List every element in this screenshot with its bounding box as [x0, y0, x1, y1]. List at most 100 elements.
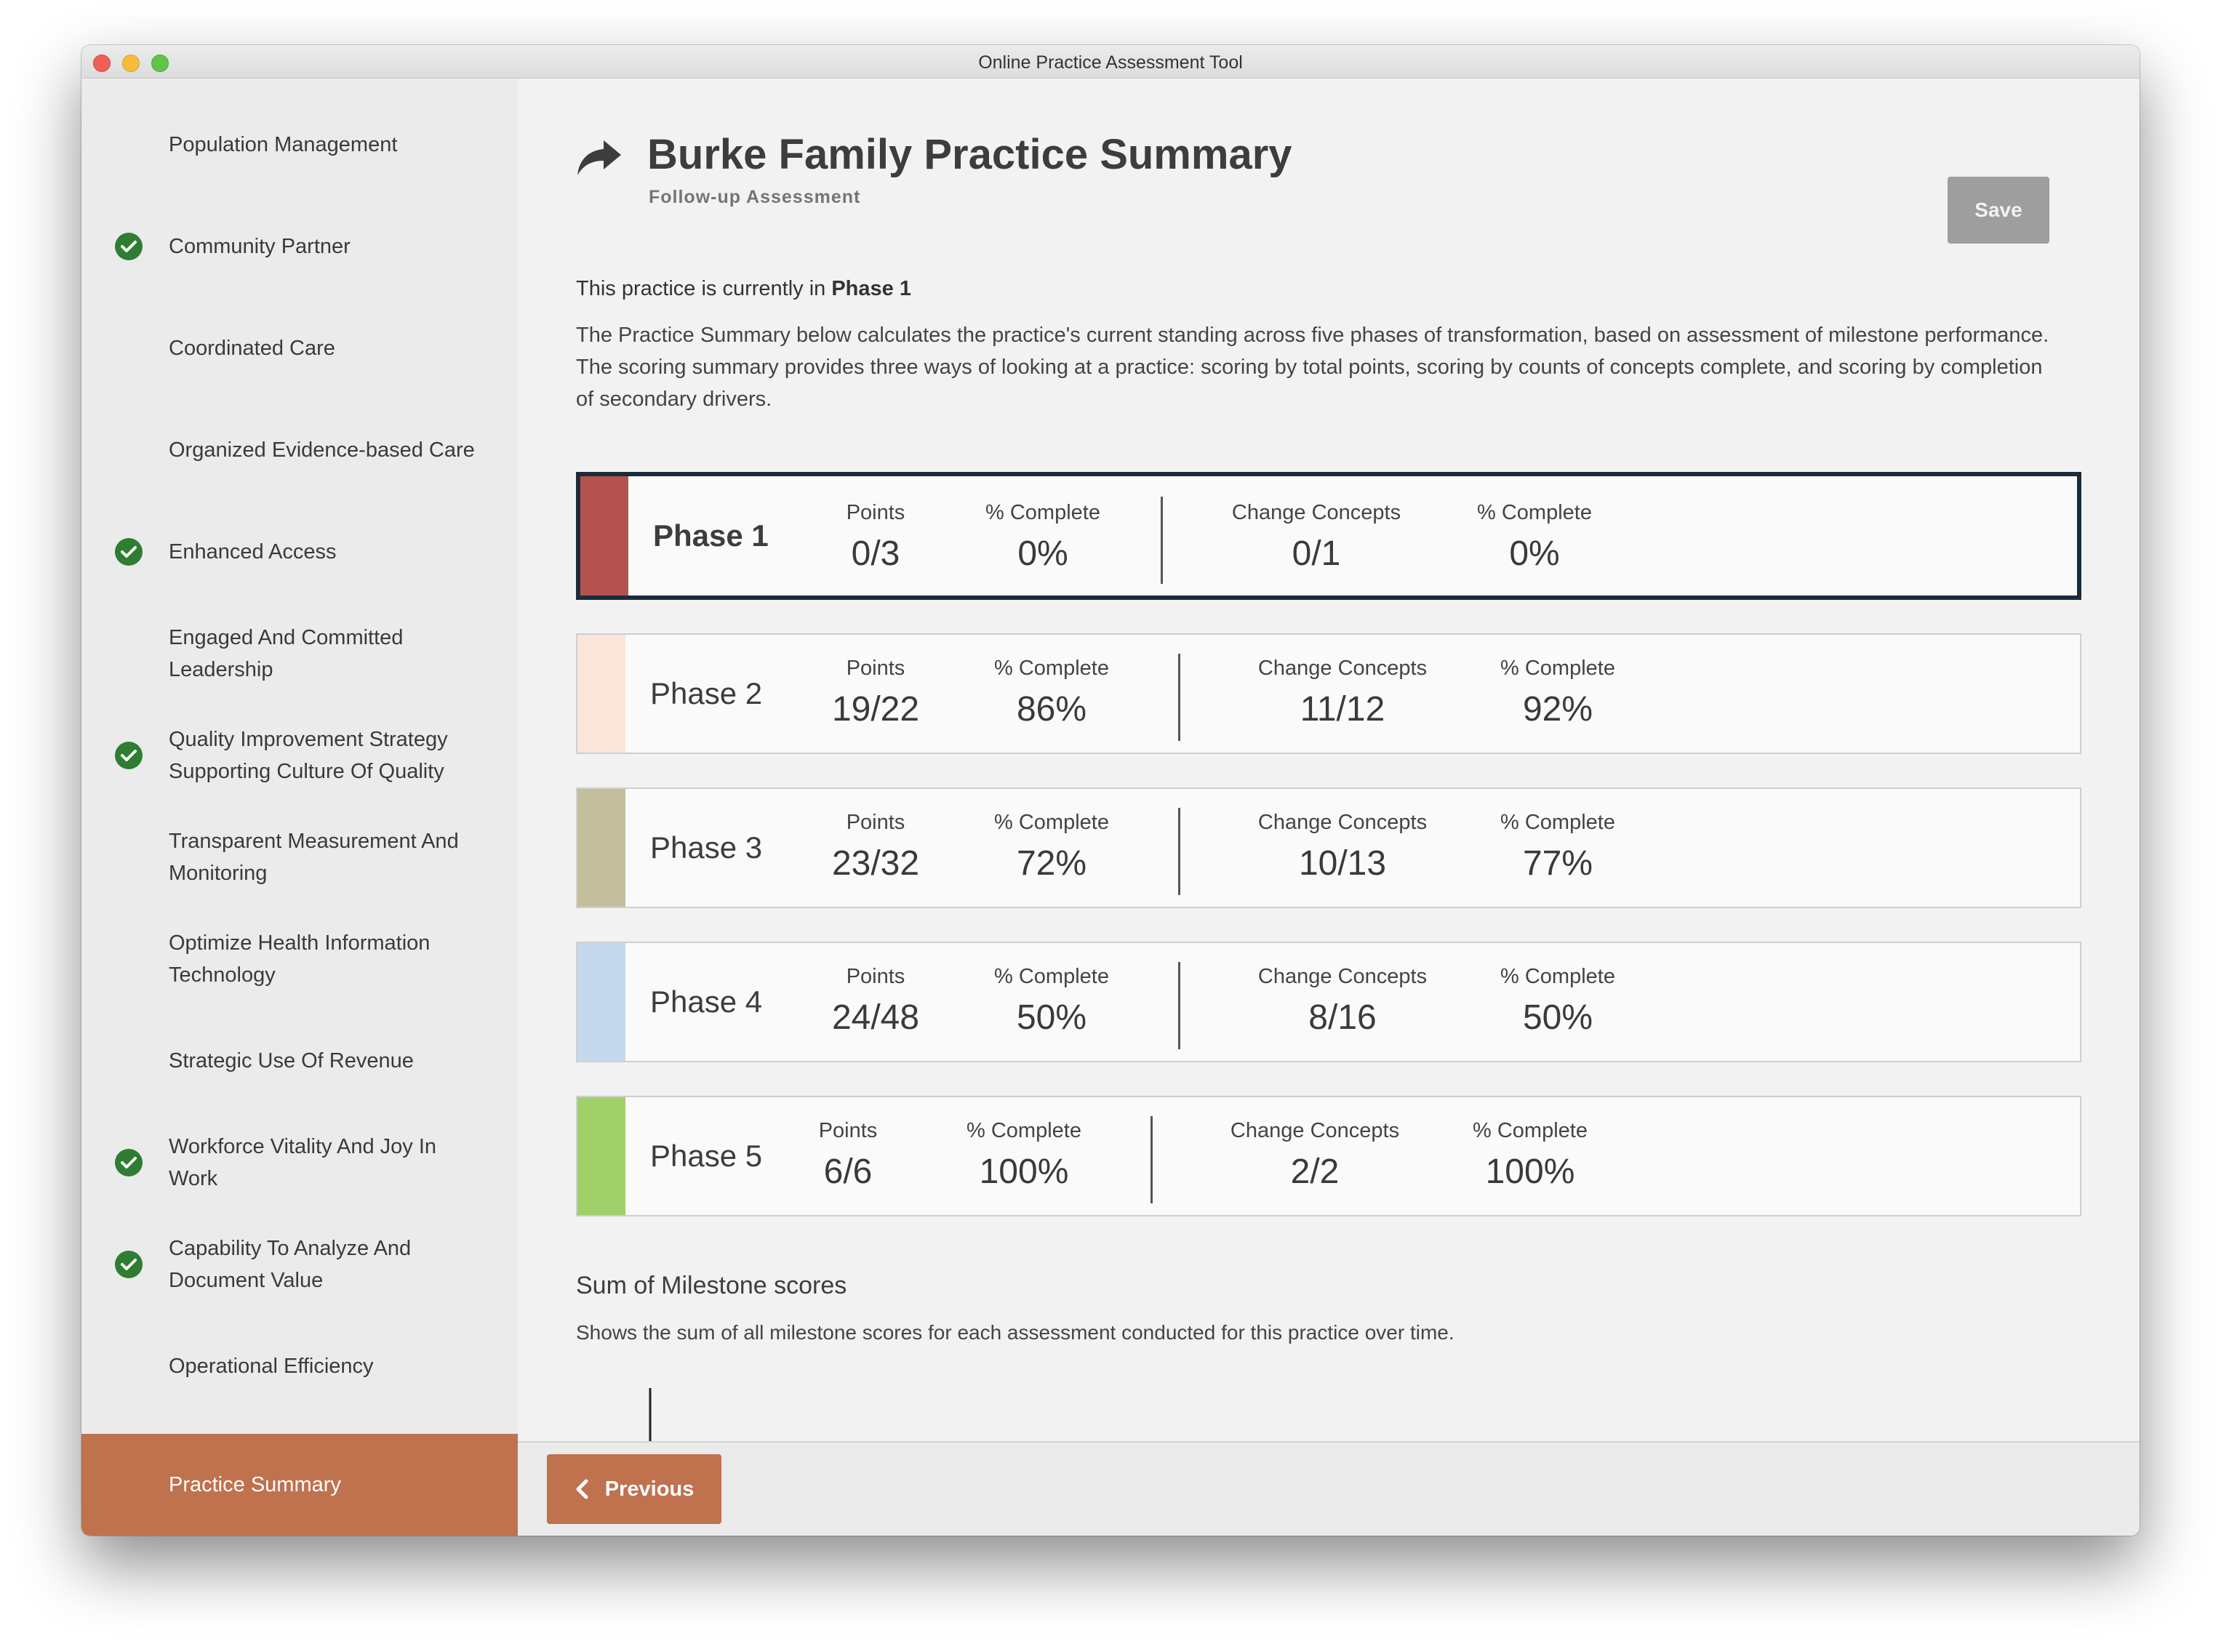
phase-name: Phase 5	[650, 1139, 763, 1173]
sidebar-item-label: Strategic Use Of Revenue	[169, 1049, 414, 1072]
change-concepts-value: 2/2	[1290, 1152, 1340, 1191]
stat-divider	[1150, 1116, 1153, 1203]
percent-complete-value: 50%	[1016, 998, 1087, 1037]
sidebar: Population Management Community Partner …	[81, 79, 518, 1536]
percent-complete-value: 77%	[1522, 844, 1593, 883]
stat-divider	[1161, 497, 1163, 584]
change-concepts-value: 10/13	[1298, 844, 1387, 883]
change-concepts-label: Change Concepts	[1230, 1119, 1400, 1142]
current-phase-value: Phase 1	[831, 277, 911, 300]
percent-complete-label: % Complete	[1477, 501, 1592, 524]
points-label: Points	[818, 1119, 878, 1142]
percent-complete-label: % Complete	[985, 501, 1100, 524]
change-concepts-stat: Change Concepts 2/2	[1228, 1119, 1402, 1192]
phase-card: Phase 3 Points 23/32 % Complete 72% Chan…	[576, 787, 2081, 908]
points-label: Points	[846, 965, 905, 988]
sidebar-item-label: Enhanced Access	[169, 540, 337, 564]
share-forward-icon	[577, 140, 621, 175]
percent-complete-value: 72%	[1016, 844, 1087, 883]
change-concepts-value: 11/12	[1300, 690, 1385, 729]
save-button[interactable]: Save	[1948, 177, 2049, 244]
change-concepts-label: Change Concepts	[1257, 965, 1428, 988]
current-phase-text: This practice is currently in Phase 1	[576, 277, 911, 301]
window-title: Online Practice Assessment Tool	[978, 52, 1243, 73]
sidebar-item-quality-improvement[interactable]: Quality Improvement Strategy Supporting …	[81, 712, 518, 799]
change-concepts-label: Change Concepts	[1257, 811, 1428, 834]
phase-name: Phase 4	[650, 985, 763, 1019]
sidebar-item-label: Community Partner	[169, 235, 351, 258]
points-stat: Points 6/6	[761, 1119, 935, 1192]
sidebar-item-engaged-leadership[interactable]: Engaged And Committed Leadership	[81, 610, 518, 697]
change-concepts-stat: Change Concepts 8/16	[1255, 965, 1430, 1038]
percent-complete-value: 50%	[1522, 998, 1593, 1037]
percent-complete-label: % Complete	[1500, 965, 1615, 988]
points-value: 23/32	[831, 844, 920, 883]
phase-color-swatch	[577, 943, 625, 1061]
points-value: 0/3	[851, 534, 900, 573]
sidebar-item-workforce-vitality[interactable]: Workforce Vitality And Joy In Work	[81, 1119, 518, 1206]
sidebar-item-label: Practice Summary	[169, 1473, 341, 1496]
sidebar-item-operational-efficiency[interactable]: Operational Efficiency	[81, 1323, 518, 1410]
sidebar-item-label: Workforce Vitality And Joy In Work	[169, 1135, 437, 1190]
sidebar-item-community-partner[interactable]: Community Partner	[81, 203, 518, 290]
chevron-left-icon	[576, 1479, 588, 1499]
current-phase-prefix: This practice is currently in	[576, 277, 832, 300]
points-value: 19/22	[831, 690, 920, 729]
points-stat: Points 0/3	[788, 501, 963, 574]
title-bar: Online Practice Assessment Tool	[81, 45, 2140, 79]
percent-complete-label: % Complete	[994, 657, 1109, 680]
sidebar-item-label: Organized Evidence-based Care	[169, 438, 475, 462]
milestones-section-description: Shows the sum of all milestone scores fo…	[576, 1321, 1454, 1344]
percent-complete-value: 0%	[1017, 534, 1068, 573]
change-concepts-stat: Change Concepts 10/13	[1255, 811, 1430, 883]
points-stat: Points 24/48	[788, 965, 963, 1038]
sidebar-item-transparent-measurement[interactable]: Transparent Measurement And Monitoring	[81, 814, 518, 901]
percent-complete-value: 86%	[1016, 690, 1087, 729]
stat-divider	[1178, 808, 1180, 895]
percent-complete-value: 100%	[979, 1152, 1069, 1191]
sidebar-item-label: Quality Improvement Strategy Supporting …	[169, 728, 448, 783]
sidebar-item-population-management[interactable]: Population Management	[81, 101, 518, 188]
sidebar-item-coordinated-care[interactable]: Coordinated Care	[81, 305, 518, 392]
percent-complete-label: % Complete	[1500, 811, 1615, 834]
sidebar-item-label: Engaged And Committed Leadership	[169, 626, 404, 681]
sidebar-item-organized-evidence-based-care[interactable]: Organized Evidence-based Care	[81, 406, 518, 494]
points-value: 6/6	[823, 1152, 873, 1191]
check-circle-icon	[115, 538, 143, 566]
sidebar-item-enhanced-access[interactable]: Enhanced Access	[81, 508, 518, 596]
phase-color-swatch	[580, 476, 628, 596]
points-label: Points	[846, 811, 905, 834]
change-concepts-label: Change Concepts	[1231, 501, 1401, 524]
sidebar-item-label: Transparent Measurement And Monitoring	[169, 830, 459, 885]
points-label: Points	[846, 501, 905, 524]
sidebar-item-practice-summary[interactable]: Practice Summary	[81, 1434, 518, 1536]
phase-color-swatch	[577, 635, 625, 753]
points-value: 24/48	[831, 998, 920, 1037]
sidebar-item-label: Operational Efficiency	[169, 1355, 374, 1378]
sidebar-item-capability-analyze[interactable]: Capability To Analyze And Document Value	[81, 1221, 518, 1308]
phase-name: Phase 1	[653, 518, 769, 553]
sidebar-item-optimize-hit[interactable]: Optimize Health Information Technology	[81, 915, 518, 1003]
concepts-percent-stat: % Complete 77%	[1470, 811, 1645, 883]
phase-name: Phase 3	[650, 830, 763, 865]
milestones-section-title: Sum of Milestone scores	[576, 1272, 847, 1299]
sidebar-item-label: Optimize Health Information Technology	[169, 931, 431, 987]
change-concepts-label: Change Concepts	[1257, 657, 1428, 680]
check-circle-icon	[115, 1149, 143, 1176]
change-concepts-stat: Change Concepts 11/12	[1255, 657, 1430, 729]
sidebar-item-strategic-revenue[interactable]: Strategic Use Of Revenue	[81, 1017, 518, 1104]
percent-complete-label: % Complete	[1500, 657, 1615, 680]
percent-complete-label: % Complete	[994, 965, 1109, 988]
change-concepts-value: 8/16	[1308, 998, 1377, 1037]
phase-card: Phase 5 Points 6/6 % Complete 100% Chang…	[576, 1096, 2081, 1216]
phase-card: Phase 2 Points 19/22 % Complete 86% Chan…	[576, 633, 2081, 754]
percent-complete-label: % Complete	[994, 811, 1109, 834]
phase-color-swatch	[577, 1097, 625, 1215]
percent-complete-value: 0%	[1509, 534, 1560, 573]
stat-divider	[1178, 962, 1180, 1049]
app-window: Online Practice Assessment Tool Populati…	[81, 45, 2140, 1536]
page-title: Burke Family Practice Summary	[647, 131, 1292, 178]
previous-button[interactable]: Previous	[547, 1454, 721, 1524]
phase-card: Phase 1 Points 0/3 % Complete 0% Change …	[576, 472, 2081, 600]
previous-button-label: Previous	[604, 1477, 695, 1501]
